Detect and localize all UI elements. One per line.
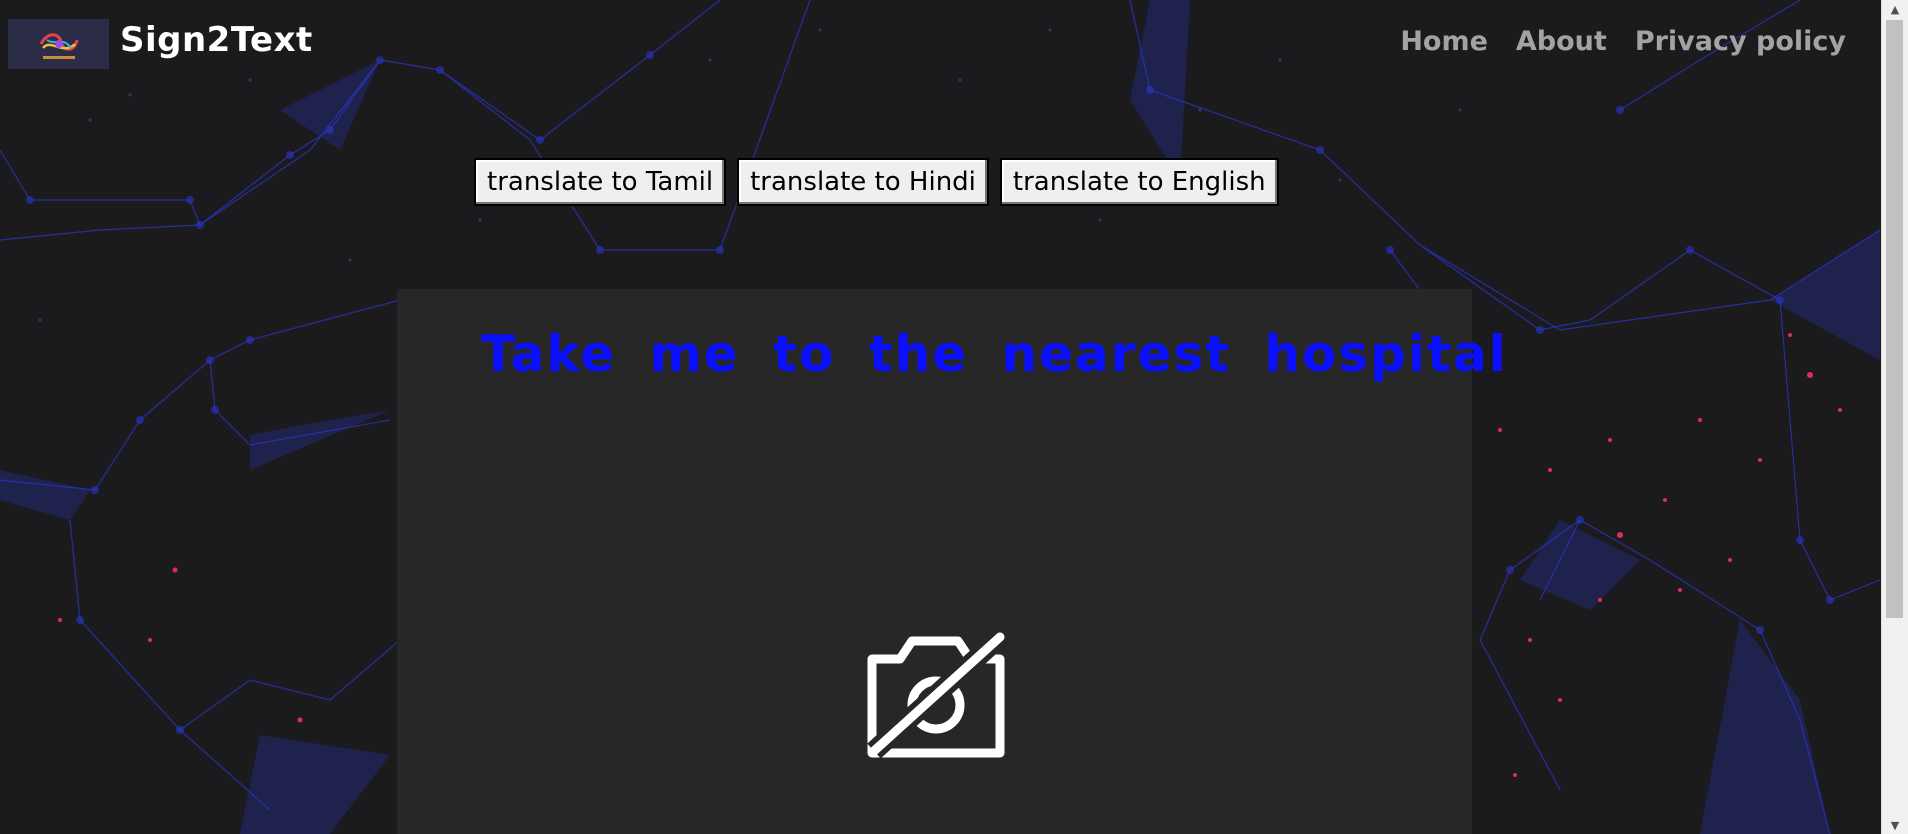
scroll-up-arrow-icon[interactable]: ▲ bbox=[1882, 0, 1908, 18]
video-panel: Take me to the nearest hospital bbox=[397, 289, 1506, 834]
nav-about[interactable]: About bbox=[1516, 26, 1607, 57]
translate-button-row: translate to Tamil translate to Hindi tr… bbox=[474, 158, 1279, 206]
logo[interactable] bbox=[8, 19, 109, 69]
camera-off-icon bbox=[867, 629, 1007, 759]
page: Sign2Text Home About Privacy policy tran… bbox=[0, 0, 1908, 834]
translated-output-text: Take me to the nearest hospital bbox=[481, 325, 1508, 383]
nav-privacy-policy[interactable]: Privacy policy bbox=[1635, 26, 1846, 57]
scroll-down-arrow-icon[interactable]: ▼ bbox=[1882, 816, 1908, 834]
top-nav: Home About Privacy policy bbox=[1400, 26, 1846, 57]
vertical-scrollbar[interactable]: ▲ ▼ bbox=[1881, 0, 1908, 834]
translate-english-button[interactable]: translate to English bbox=[999, 158, 1279, 206]
brand-name[interactable]: Sign2Text bbox=[120, 20, 313, 60]
scrollbar-thumb[interactable] bbox=[1886, 20, 1903, 618]
nav-home[interactable]: Home bbox=[1400, 26, 1488, 57]
sign2text-logo-icon bbox=[39, 33, 78, 59]
translate-tamil-button[interactable]: translate to Tamil bbox=[474, 158, 727, 206]
translate-hindi-button[interactable]: translate to Hindi bbox=[737, 158, 989, 206]
